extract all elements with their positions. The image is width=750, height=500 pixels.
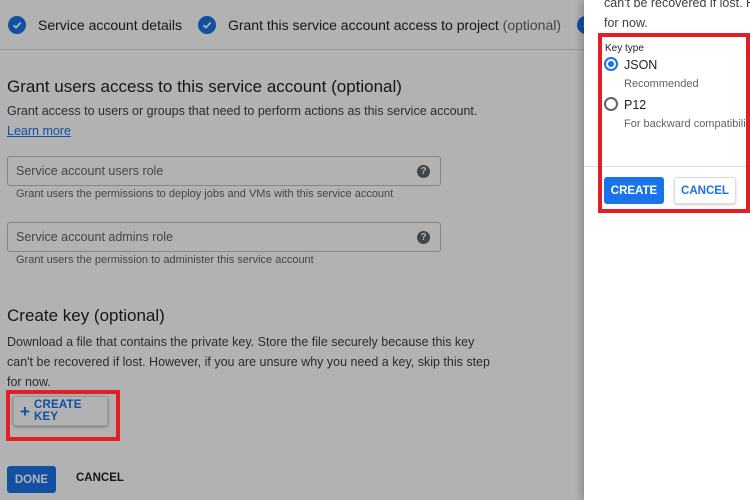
plus-icon: + [20,401,30,421]
admins-role-input[interactable] [8,223,408,251]
panel-desc-line2: for now. [604,16,648,30]
users-role-hint: Grant users the permissions to deploy jo… [16,188,394,200]
step3-number[interactable]: 3 [577,15,584,34]
main-page: Service account details Grant this servi… [0,0,584,500]
grant-section-title: Grant users access to this service accou… [7,77,402,96]
learn-more-link[interactable]: Learn more [7,124,71,138]
step2-check-icon [197,15,216,34]
panel-cancel-button[interactable]: CANCEL [674,177,736,204]
grant-section-description: Grant access to users or groups that nee… [7,101,527,141]
create-button[interactable]: CREATE [604,177,664,204]
step2-label-text: Grant this service account access to pro… [227,16,499,33]
panel-description: can't be recovered if lost. However, for… [604,0,750,33]
create-key-button[interactable]: + CREATE KEY [13,396,108,426]
done-button[interactable]: DONE [7,466,56,493]
create-key-button-label: CREATE KEY [33,399,82,423]
cancel-button[interactable]: CANCEL [76,472,124,484]
option-p12-sub: For backward compatibility [624,118,750,130]
create-key-desc-line1: Download a file that contains the privat… [7,335,475,349]
key-type-label: Key type [605,43,644,54]
stepper: Service account details Grant this servi… [0,0,584,50]
grant-description-text: Grant access to users or groups that nee… [7,104,478,118]
create-key-desc-line3: for now. [7,375,51,389]
radio-p12[interactable] [604,97,618,111]
step2-label[interactable]: Grant this service account access to pro… [228,17,561,33]
create-key-description: Download a file that contains the privat… [7,332,567,392]
panel-desc-line1: can't be recovered if lost. However, [604,0,750,10]
users-role-input[interactable] [8,157,408,185]
admins-role-hint: Grant users the permission to administer… [16,254,314,266]
users-role-field[interactable]: ? [7,156,441,186]
step1-check-icon [8,15,26,34]
step1-label[interactable]: Service account details [38,17,182,33]
admins-role-field[interactable]: ? [7,222,441,252]
panel-divider [584,166,750,167]
help-icon[interactable]: ? [417,165,430,178]
option-p12-label[interactable]: P12 [624,98,646,112]
create-key-desc-line2: can't be recovered if lost. However, if … [7,355,490,369]
create-key-title: Create key (optional) [7,306,165,325]
help-icon[interactable]: ? [417,231,430,244]
step2-optional: (optional) [502,16,562,33]
option-json-sub: Recommended [624,78,699,90]
radio-json[interactable] [604,57,618,71]
option-json-label[interactable]: JSON [624,58,657,72]
create-key-panel: can't be recovered if lost. However, for… [584,0,750,500]
